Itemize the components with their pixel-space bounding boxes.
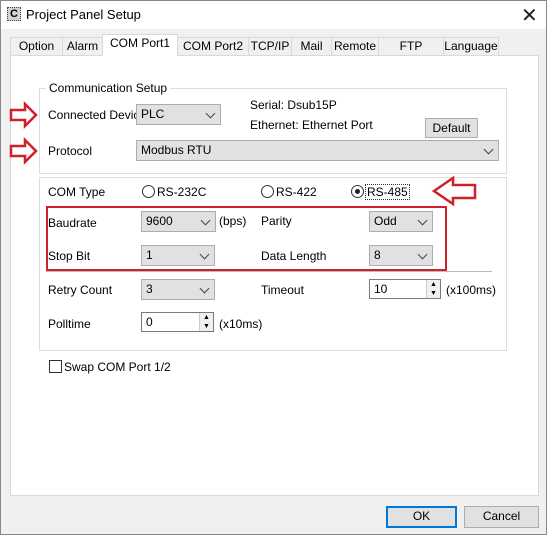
title-bar: C Project Panel Setup ✕ — [1, 1, 546, 29]
rs422-label: RS-422 — [276, 185, 317, 199]
timeout-unit: (x100ms) — [446, 283, 497, 297]
close-icon[interactable]: ✕ — [521, 3, 538, 28]
timeout-label: Timeout — [261, 283, 304, 297]
select-value: 3 — [146, 282, 153, 296]
com-type-label: COM Type — [48, 185, 106, 199]
ethernet-info: Ethernet: Ethernet Port — [250, 118, 373, 132]
tab-alarm[interactable]: Alarm — [62, 37, 103, 55]
protocol-select[interactable]: Modbus RTU — [136, 140, 499, 161]
swap-com-checkbox[interactable] — [49, 360, 62, 373]
select-value: Modbus RTU — [141, 143, 212, 157]
chevron-down-icon — [205, 108, 216, 119]
cancel-button[interactable]: Cancel — [464, 506, 539, 528]
chevron-down-icon — [483, 144, 494, 155]
annotation-arrow-left-icon — [431, 175, 477, 207]
swap-com-label: Swap COM Port 1/2 — [64, 360, 171, 374]
polltime-label: Polltime — [48, 317, 91, 331]
chevron-down-icon — [199, 283, 210, 294]
spinner-value: 10 — [374, 282, 388, 296]
app-icon: C — [7, 7, 21, 21]
tab-com-port1[interactable]: COM Port1 — [102, 34, 178, 56]
connected-device-select[interactable]: PLC — [136, 104, 221, 125]
spinner-arrows-icon[interactable]: ▲ ▼ — [426, 280, 440, 298]
polltime-unit: (x10ms) — [219, 317, 263, 331]
retry-count-select[interactable]: 3 — [141, 279, 215, 300]
polltime-spinner[interactable]: 0 ▲ ▼ — [141, 312, 214, 332]
radio-rs485[interactable] — [351, 185, 364, 198]
ok-button[interactable]: OK — [386, 506, 457, 528]
tab-option[interactable]: Option — [10, 37, 63, 55]
spinner-value: 0 — [146, 315, 153, 329]
window-title: Project Panel Setup — [26, 7, 141, 22]
retry-count-label: Retry Count — [48, 283, 113, 297]
rs232c-label: RS-232C — [157, 185, 207, 199]
spinner-arrows-icon[interactable]: ▲ ▼ — [199, 313, 213, 331]
timeout-spinner[interactable]: 10 ▲ ▼ — [369, 279, 441, 299]
annotation-arrows-icon — [9, 101, 38, 166]
radio-rs422[interactable] — [261, 185, 274, 198]
tab-com-port2[interactable]: COM Port2 — [177, 37, 249, 55]
tab-remote[interactable]: Remote — [331, 37, 379, 55]
default-button[interactable]: Default — [425, 118, 478, 138]
group-label: Communication Setup — [46, 81, 171, 95]
tab-language[interactable]: Language — [443, 37, 499, 55]
tab-mail[interactable]: Mail — [291, 37, 332, 55]
serial-info: Serial: Dsub15P — [250, 98, 337, 112]
separator — [46, 271, 492, 272]
tab-tcpip[interactable]: TCP/IP — [248, 37, 292, 55]
protocol-label: Protocol — [48, 144, 93, 158]
tab-ftp-service[interactable]: FTP Service — [378, 37, 444, 70]
select-value: PLC — [141, 107, 165, 121]
radio-rs232c[interactable] — [142, 185, 155, 198]
rs485-label: RS-485 — [365, 184, 410, 200]
dialog-window: C Project Panel Setup ✕ Option Alarm COM… — [0, 0, 547, 535]
annotation-highlight-box — [46, 206, 447, 271]
connected-device-label: Connected Device — [48, 108, 147, 122]
